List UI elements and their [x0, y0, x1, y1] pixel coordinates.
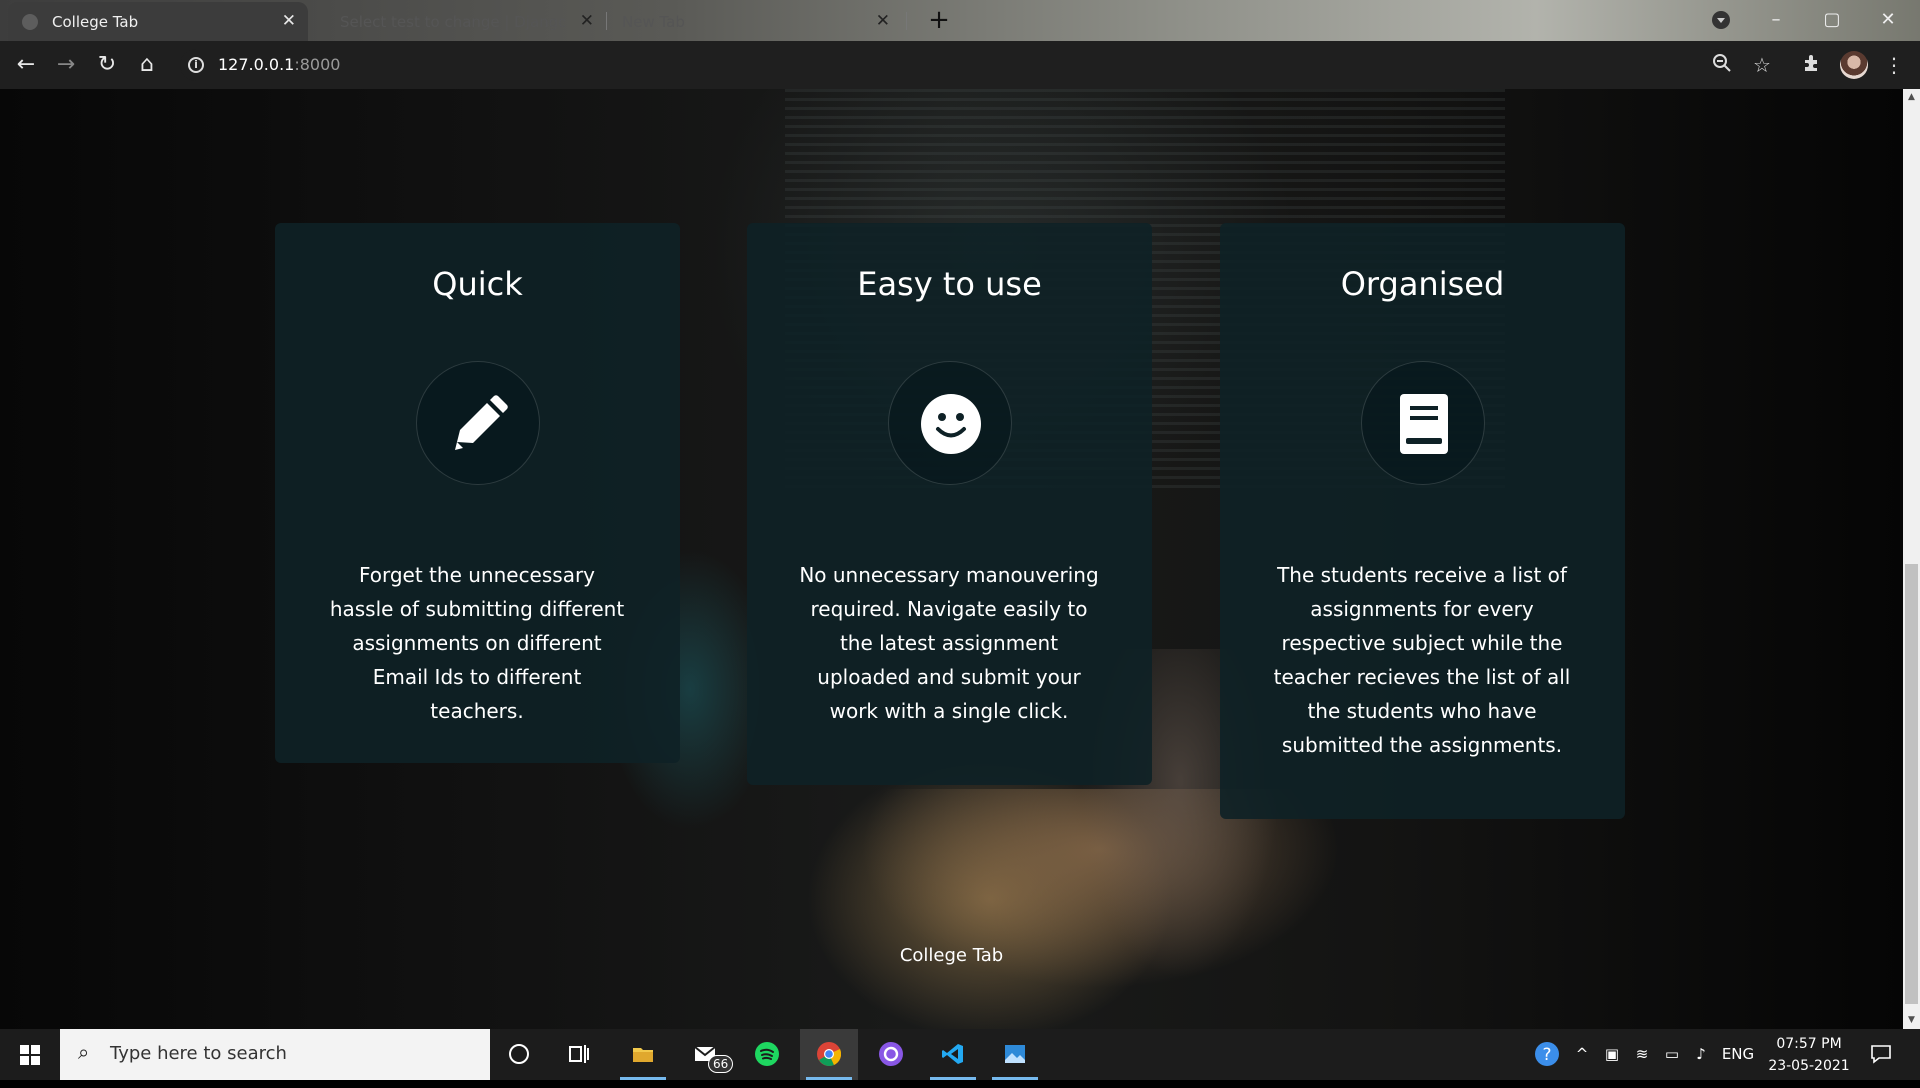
tab-favicon-icon: [22, 13, 38, 30]
tab-search-icon[interactable]: [1712, 11, 1730, 29]
clock-date: 23-05-2021: [1768, 1058, 1850, 1074]
site-info-icon[interactable]: i: [188, 57, 204, 73]
feature-icon-circle: [888, 361, 1012, 485]
scroll-up-arrow-icon[interactable]: ▲: [1903, 89, 1920, 106]
windows-start-button[interactable]: [0, 1029, 60, 1080]
close-window-button[interactable]: ✕: [1860, 4, 1916, 36]
help-icon[interactable]: ?: [1532, 1029, 1562, 1080]
feature-description: Forget the unnecessary hassle of submitt…: [329, 563, 625, 723]
book-icon: [1400, 394, 1448, 454]
cortana-button[interactable]: [490, 1029, 548, 1080]
scroll-down-arrow-icon[interactable]: ▼: [1903, 1012, 1920, 1029]
feature-icon-circle: [1361, 361, 1485, 485]
page-viewport: Quick Forget the unnecessary hassle of s…: [0, 89, 1903, 1029]
mail-app[interactable]: 66: [676, 1029, 734, 1080]
reload-button[interactable]: ↻: [91, 49, 123, 81]
scroll-thumb[interactable]: [1905, 564, 1918, 1004]
github-desktop-app[interactable]: [862, 1029, 920, 1080]
close-tab-icon[interactable]: ✕: [282, 11, 296, 31]
show-hidden-icons-chevron-icon[interactable]: ^: [1570, 1029, 1594, 1080]
address-bar[interactable]: i 127.0.0.1:8000: [180, 49, 1730, 81]
page-scrollbar[interactable]: ▲ ▼: [1903, 89, 1920, 1029]
feature-title: Easy to use: [857, 265, 1042, 303]
battery-icon[interactable]: ▭: [1658, 1029, 1686, 1080]
feature-card-easy-to-use: Easy to use No unnecessary manouvering r…: [747, 223, 1152, 785]
search-placeholder: Type here to search: [110, 1043, 287, 1064]
url-text: 127.0.0.1:8000: [218, 55, 341, 74]
close-tab-icon[interactable]: ✕: [876, 11, 890, 31]
search-icon: ⌕: [78, 1040, 90, 1064]
clock[interactable]: 07:57 PM 23-05-2021: [1764, 1033, 1854, 1077]
profile-avatar[interactable]: [1840, 51, 1868, 79]
new-tab-button[interactable]: +: [924, 6, 954, 36]
windows-taskbar: ⌕ Type here to search 66 ? ^ ▣ ≋ ▭ ♪ ENG…: [0, 1029, 1920, 1080]
feature-title: Quick: [432, 265, 523, 303]
svg-text:?: ?: [1542, 1045, 1551, 1065]
tab-divider: [906, 12, 907, 30]
pencil-icon: [455, 395, 508, 450]
maximize-button[interactable]: ▢: [1804, 4, 1860, 36]
footer-brand: College Tab: [899, 945, 1004, 966]
feature-card-quick: Quick Forget the unnecessary hassle of s…: [275, 223, 680, 763]
mail-badge: 66: [708, 1055, 734, 1073]
tab-django-admin[interactable]: Select test to change | Django si ✕: [340, 2, 602, 41]
tab-new-tab[interactable]: New Tab ✕: [622, 2, 902, 41]
wifi-icon[interactable]: ≋: [1630, 1029, 1654, 1080]
forward-button[interactable]: →: [50, 49, 82, 81]
task-view-button[interactable]: [550, 1029, 608, 1080]
back-button[interactable]: ←: [10, 49, 42, 81]
browser-toolbar: ← → ↻ ⌂ i 127.0.0.1:8000 ☆ ⋮: [0, 41, 1920, 89]
minimize-button[interactable]: –: [1748, 4, 1804, 36]
bookmark-star-icon[interactable]: ☆: [1750, 53, 1774, 77]
language-indicator[interactable]: ENG: [1718, 1029, 1758, 1080]
tab-college-tab[interactable]: College Tab ✕: [8, 2, 308, 41]
clock-time: 07:57 PM: [1776, 1036, 1842, 1052]
zoom-icon[interactable]: [1710, 53, 1734, 77]
notifications-icon[interactable]: [1866, 1029, 1896, 1080]
feature-card-organised: Organised The students receive a list of…: [1220, 223, 1625, 819]
volume-icon[interactable]: ♪: [1688, 1029, 1714, 1080]
feature-icon-circle: [416, 361, 540, 485]
spotify-app[interactable]: [738, 1029, 796, 1080]
chrome-app[interactable]: [800, 1029, 858, 1080]
feature-title: Organised: [1340, 265, 1505, 303]
smiley-icon: [921, 394, 981, 454]
tab-divider: [606, 12, 607, 30]
tab-title: College Tab: [52, 12, 139, 31]
tab-title: New Tab: [622, 12, 685, 31]
file-explorer-app[interactable]: [614, 1029, 672, 1080]
feature-description: No unnecessary manouvering required. Nav…: [799, 563, 1099, 723]
taskbar-search-input[interactable]: ⌕ Type here to search: [60, 1029, 490, 1080]
close-tab-icon[interactable]: ✕: [580, 11, 594, 31]
tab-title: Select test to change | Django si: [340, 12, 565, 31]
browser-tab-strip: College Tab ✕ Select test to change | Dj…: [0, 0, 1920, 41]
menu-kebab-icon[interactable]: ⋮: [1882, 53, 1906, 77]
feature-description: The students receive a list of assignmen…: [1273, 563, 1571, 757]
vscode-app[interactable]: [924, 1029, 982, 1080]
extensions-icon[interactable]: [1800, 53, 1824, 77]
photos-app[interactable]: [986, 1029, 1044, 1080]
meet-now-icon[interactable]: ▣: [1600, 1029, 1624, 1080]
home-button[interactable]: ⌂: [131, 49, 163, 81]
